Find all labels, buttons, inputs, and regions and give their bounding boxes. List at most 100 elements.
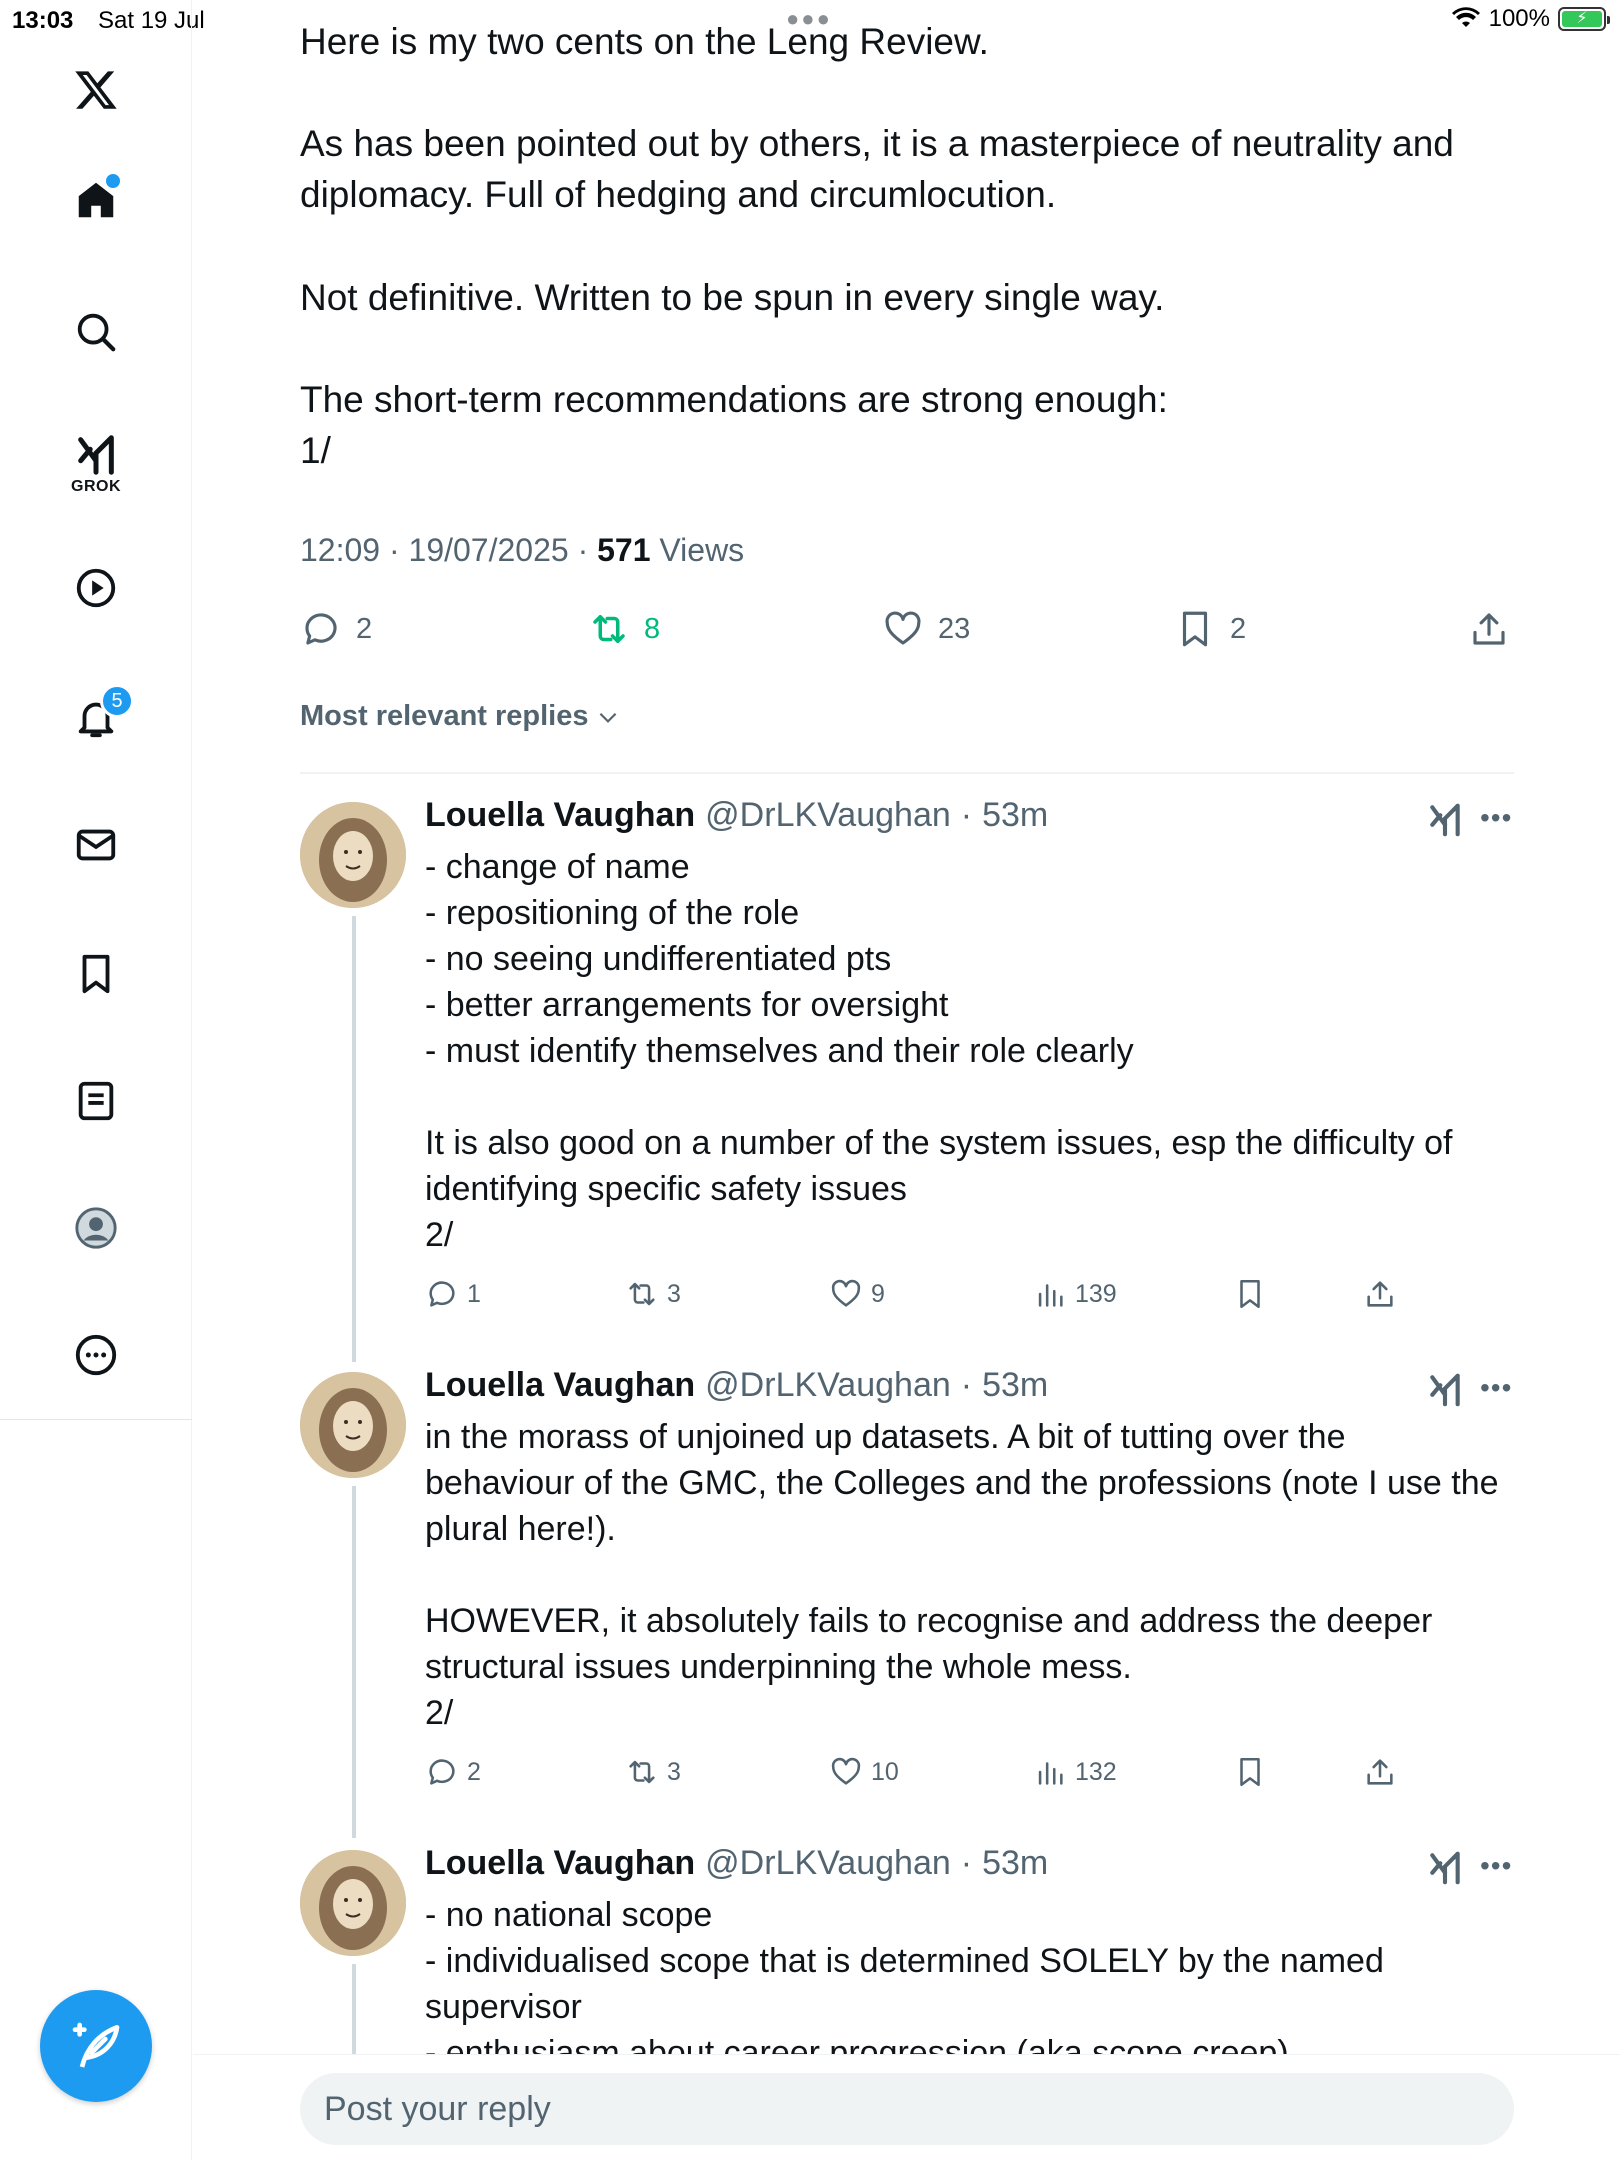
reply-body: - change of name - repositioning of the … — [425, 848, 1453, 1254]
reply-author-name[interactable]: Louella Vaughan — [425, 1366, 695, 1405]
tweet-paragraph-3: The short-term recommendations are stron… — [300, 379, 1168, 471]
repost-count: 8 — [644, 612, 661, 645]
messages-icon[interactable] — [66, 815, 126, 875]
views-count: 132 — [1075, 1757, 1117, 1786]
repost-button[interactable]: 3 — [625, 1752, 681, 1792]
like-button[interactable]: 10 — [829, 1752, 899, 1792]
reply-header: Louella Vaughan @DrLKVaughan · 53m — [425, 1844, 1049, 1883]
like-count: 9 — [871, 1279, 885, 1308]
reply-author-handle[interactable]: @DrLKVaughan — [705, 796, 951, 835]
repost-icon — [629, 1760, 655, 1784]
tweet-paragraph-1: As has been pointed out by others, it is… — [300, 123, 1454, 215]
repost-icon — [629, 1282, 655, 1306]
grok-icon[interactable] — [66, 425, 126, 485]
bookmark-icon — [1182, 611, 1208, 647]
section-divider — [300, 772, 1514, 774]
repost-button[interactable]: 3 — [625, 1274, 681, 1314]
share-button[interactable] — [1363, 1274, 1397, 1314]
share-icon — [1473, 613, 1505, 645]
chevron-down-icon — [599, 712, 616, 723]
share-icon — [1367, 1759, 1393, 1785]
compose-button[interactable] — [40, 1990, 152, 2102]
reply-author-handle[interactable]: @DrLKVaughan — [705, 1366, 951, 1405]
avatar[interactable] — [300, 802, 406, 908]
x-logo-icon[interactable] — [66, 60, 126, 120]
compose-icon — [72, 2022, 120, 2068]
tweet-time: 12:09 — [300, 532, 381, 568]
repost-count: 3 — [667, 1757, 681, 1786]
more-icon[interactable] — [66, 1325, 126, 1385]
reply-icon — [429, 1281, 455, 1307]
share-icon — [1367, 1281, 1393, 1307]
like-count: 10 — [871, 1757, 899, 1786]
heart-icon — [831, 1757, 861, 1785]
share-button[interactable] — [1468, 604, 1510, 654]
reply-author-name[interactable]: Louella Vaughan — [425, 1844, 695, 1883]
views-chart-icon — [1038, 1762, 1063, 1785]
reply-count: 2 — [467, 1757, 481, 1786]
avatar[interactable] — [300, 1850, 406, 1956]
more-options-icon[interactable]: ••• — [1480, 1372, 1512, 1404]
reply-count: 2 — [356, 612, 373, 645]
bookmark-icon — [1240, 1279, 1260, 1309]
main-content[interactable]: Here is my two cents on the Leng Review.… — [193, 0, 1620, 2054]
reply-header: Louella Vaughan @DrLKVaughan · 53m — [425, 1366, 1049, 1405]
reply-icon — [305, 613, 337, 645]
grok-icon[interactable] — [1426, 801, 1464, 839]
grok-icon[interactable] — [1426, 1371, 1464, 1409]
video-icon[interactable] — [66, 558, 126, 618]
avatar[interactable] — [300, 1372, 406, 1478]
tweet-views-label: Views — [659, 532, 745, 568]
views-count: 139 — [1075, 1279, 1117, 1308]
notifications-icon[interactable]: 5 — [66, 684, 134, 748]
thread-line — [352, 1486, 356, 1838]
reply-button[interactable]: 2 — [300, 604, 372, 654]
reply-age: 53m — [982, 1844, 1049, 1882]
thread-line — [352, 1964, 356, 2054]
reply-button[interactable]: 1 — [425, 1274, 481, 1314]
reply-author-handle[interactable]: @DrLKVaughan — [705, 1844, 951, 1883]
lists-icon[interactable] — [66, 1071, 126, 1131]
home-icon[interactable] — [66, 170, 126, 230]
reply-button[interactable]: 2 — [425, 1752, 481, 1792]
replies-sort-dropdown[interactable]: Most relevant replies — [300, 700, 621, 733]
reply-icon — [429, 1759, 455, 1785]
share-button[interactable] — [1363, 1752, 1397, 1792]
reply-header: Louella Vaughan @DrLKVaughan · 53m — [425, 796, 1049, 835]
reply-age: 53m — [982, 1366, 1049, 1404]
reply-age: 53m — [982, 796, 1049, 834]
heart-icon — [831, 1279, 861, 1307]
repost-button[interactable]: 8 — [588, 604, 660, 654]
bookmark-button[interactable] — [1233, 1752, 1267, 1792]
tweet-views-count[interactable]: 571 — [597, 532, 650, 568]
reply-input[interactable] — [300, 2073, 1514, 2145]
like-button[interactable]: 9 — [829, 1274, 885, 1314]
reply-body: in the morass of unjoined up datasets. A… — [425, 1418, 1499, 1732]
repost-count: 3 — [667, 1279, 681, 1308]
replies-sort-label: Most relevant replies — [300, 700, 589, 732]
home-unread-dot — [104, 172, 122, 190]
more-options-icon[interactable]: ••• — [1480, 802, 1512, 834]
bookmarks-icon[interactable] — [66, 944, 126, 1004]
like-button[interactable]: 23 — [882, 604, 970, 654]
views-button[interactable]: 132 — [1033, 1752, 1117, 1792]
profile-icon[interactable] — [66, 1198, 126, 1258]
views-chart-icon — [1038, 1284, 1063, 1307]
repost-icon — [593, 615, 625, 643]
notifications-badge: 5 — [100, 684, 134, 718]
reply-actions: 2 3 10 132 — [425, 1752, 1425, 1792]
tweet-text-cut: Here is my two cents on the Leng Review. — [300, 21, 989, 62]
reply-count: 1 — [467, 1279, 481, 1308]
reply-author-name[interactable]: Louella Vaughan — [425, 796, 695, 835]
reply-body: - no national scope - individualised sco… — [425, 1896, 1384, 2054]
tweet-meta: 12:09 · 19/07/2025 · 571 Views — [300, 532, 745, 568]
views-button[interactable]: 139 — [1033, 1274, 1117, 1314]
sidebar: GROK 5 — [0, 0, 192, 2160]
heart-icon — [885, 611, 921, 645]
grok-icon[interactable] — [1426, 1849, 1464, 1887]
bookmark-icon — [1240, 1757, 1260, 1787]
search-icon[interactable] — [66, 302, 126, 362]
bookmark-button[interactable] — [1233, 1274, 1267, 1314]
bookmark-button[interactable]: 2 — [1174, 604, 1246, 654]
more-options-icon[interactable]: ••• — [1480, 1850, 1512, 1882]
